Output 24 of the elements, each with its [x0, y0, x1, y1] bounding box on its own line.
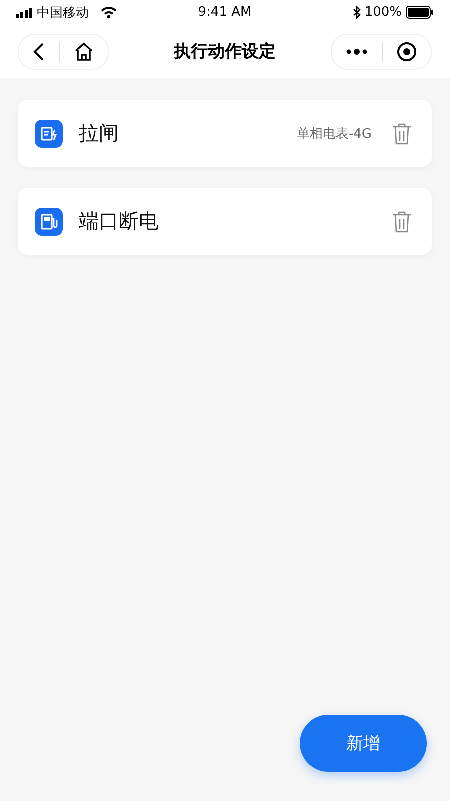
action-name: 端口断电: [79, 208, 160, 235]
action-card[interactable]: 端口断电: [18, 188, 432, 255]
more-icon: [346, 48, 368, 54]
delete-button[interactable]: [392, 122, 412, 144]
action-name: 拉闸: [79, 120, 120, 147]
clock-time: 9:41 AM: [197, 5, 253, 20]
charger-icon: [35, 208, 63, 236]
home-icon: [74, 42, 94, 62]
add-button[interactable]: 新增: [300, 715, 427, 772]
meter-icon: [35, 120, 63, 148]
back-icon: [33, 42, 45, 62]
delete-button[interactable]: [392, 210, 412, 232]
bluetooth-icon: [352, 6, 361, 19]
action-card[interactable]: 拉闸 单相电表-4G: [18, 100, 432, 167]
battery-icon: [406, 6, 434, 19]
device-name: 单相电表-4G: [296, 126, 372, 142]
wifi-icon: [101, 6, 117, 18]
trash-icon: [392, 122, 412, 144]
carrier-name: 中国移动: [37, 4, 89, 22]
signal-icon: [16, 8, 33, 18]
battery-percent: 100%: [364, 5, 402, 20]
page-title: 执行动作设定: [174, 42, 276, 62]
trash-icon: [392, 210, 412, 232]
target-icon: [397, 42, 417, 62]
